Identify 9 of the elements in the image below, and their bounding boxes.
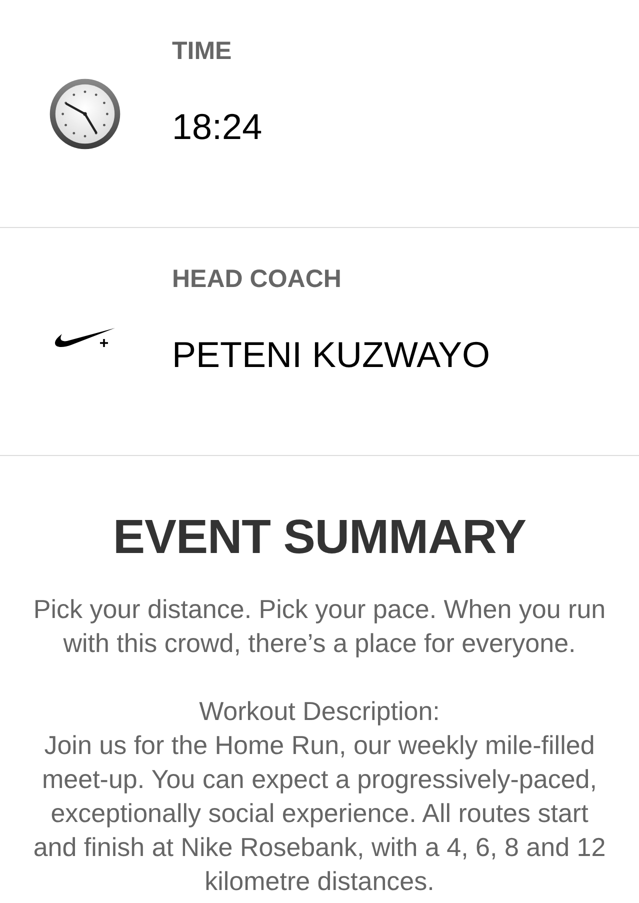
description-label: Workout Description: xyxy=(198,695,441,728)
field-label: HEAD COACH xyxy=(172,264,342,294)
field-label: TIME xyxy=(172,36,233,66)
field-value: 18:24 xyxy=(172,105,264,149)
summary-title: EVENT SUMMARY xyxy=(112,510,528,566)
description-text: Join us for the Home Run, our weekly mile-filled meet-up. You can expect a progressively-paced, exceptionally social experience. All routes start and finish at Nike Rosebank, with a 4, 6, 8 and 12 kilometre distances. xyxy=(32,729,607,898)
clock-icon xyxy=(48,76,122,150)
field-value: PETENI KUZWAYO xyxy=(172,333,492,377)
intro-text: Pick your distance. Pick your pace. When you run with this crowd, there’s a place for everyone. xyxy=(32,593,607,660)
